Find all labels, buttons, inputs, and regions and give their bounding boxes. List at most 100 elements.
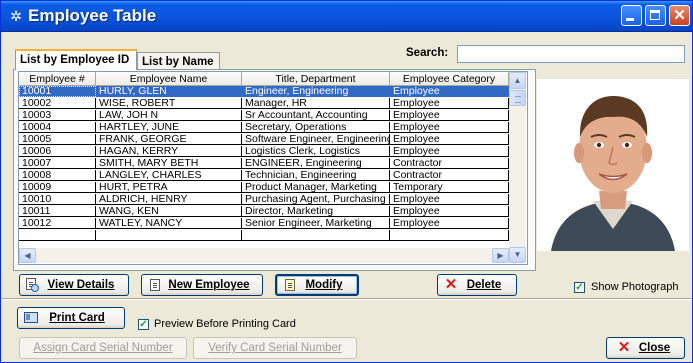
column-header-employee-category[interactable]: Employee Category [390,72,509,86]
cell-employee-category: Employee [390,206,509,217]
table-row[interactable]: 10006 HAGAN, KERRY Logistics Clerk, Logist… [19,146,509,157]
view-details-button[interactable]: View Details [19,274,129,296]
column-header-employee-number[interactable]: Employee # [19,72,96,86]
scroll-left-button[interactable]: ◀ [19,248,36,263]
verify-card-serial-number-button[interactable]: Verify Card Serial Number [193,337,357,359]
modify-button[interactable]: Modify [275,274,359,296]
cell-employee-name: ALDRICH, HENRY [96,194,242,205]
cell-employee-name: WATLEY, NANCY [96,218,242,229]
table-row[interactable]: 10003 LAW, JOH N Sr Accountant, Accounting… [19,110,509,121]
table-row[interactable]: 10008 LANGLEY, CHARLES Technician, Enginee… [19,170,509,181]
cell-employee-number: 10002 [19,98,96,109]
assign-card-serial-number-button[interactable]: Assign Card Serial Number [19,337,187,359]
table-row[interactable] [19,230,509,241]
table-row[interactable]: 10012 WATLEY, NANCY Senior Engineer, Marke… [19,218,509,229]
cell-employee-number: 10010 [19,194,96,205]
cell-employee-name: LANGLEY, CHARLES [96,170,242,181]
cell-employee-number: 10008 [19,170,96,181]
vertical-scroll-thumb[interactable] [509,90,526,106]
vertical-scrollbar[interactable]: ▲ [509,72,526,248]
cell-title-department: Manager, HR [242,98,390,109]
minimize-icon [626,18,634,21]
table-row[interactable]: 10010 ALDRICH, HENRY Purchasing Agent, Pur… [19,194,509,205]
preview-before-printing-label: Preview Before Printing Card [154,318,296,330]
table-row[interactable]: 10007 SMITH, MARY BETH ENGINEER, Engineeri… [19,158,509,169]
table-row[interactable]: 10011 WANG, KEN Director, Marketing Employe… [19,206,509,217]
edit-document-icon [283,278,297,292]
cell-employee-category: Temporary [390,182,509,193]
table-row[interactable]: 10005 FRANK, GEORGE Software Engineer, Eng… [19,134,509,145]
cell-employee-name: HAGAN, KERRY [96,146,242,157]
new-employee-label: New Employee [168,279,250,291]
new-employee-button[interactable]: New Employee [141,274,263,296]
employee-table-window: ✲ Employee Table ✕ Search: List by Name … [0,0,693,363]
search-input[interactable] [457,45,685,63]
cell-employee-number: 10011 [19,206,96,217]
cell-employee-category [390,230,509,241]
show-photograph-checkbox[interactable]: ✓ [574,282,585,293]
column-header-title-department[interactable]: Title, Department [242,72,390,86]
grip-icon [515,96,521,103]
scroll-right-button[interactable]: ▶ [492,248,509,263]
minimize-button[interactable] [621,5,642,26]
cell-employee-name [96,230,242,241]
cell-employee-name: HURLY, GLEN [96,86,242,97]
cell-employee-category: Employee [390,194,509,205]
cell-employee-number: 10012 [19,218,96,229]
employee-photo [537,79,689,251]
cell-title-department: Logistics Clerk, Logistics [242,146,390,157]
title-bar[interactable]: ✲ Employee Table ✕ [1,1,692,32]
cell-employee-name: LAW, JOH N [96,110,242,121]
cell-title-department: Senior Engineer, Marketing [242,218,390,229]
red-x-icon: ✕ [617,339,631,356]
table-row[interactable]: 10004 HARTLEY, JUNE Secretary, Operations E… [19,122,509,133]
close-button[interactable]: ✕ Close [606,337,685,359]
column-header-employee-name[interactable]: Employee Name [96,72,242,86]
cell-employee-name: WISE, ROBERT [96,98,242,109]
cell-employee-category: Contractor [390,158,509,169]
id-card-icon [24,312,38,326]
cell-employee-name: HARTLEY, JUNE [96,122,242,133]
cell-employee-name: SMITH, MARY BETH [96,158,242,169]
cell-title-department: ENGINEER, Engineering [242,158,390,169]
app-icon: ✲ [10,8,22,24]
cell-employee-number: 10009 [19,182,96,193]
cell-employee-category: Contractor [390,170,509,181]
magnifier-document-icon [26,278,40,292]
window-title: Employee Table [28,6,157,25]
cell-employee-number: 10001 [19,86,96,97]
preview-before-printing-checkbox[interactable]: ✓ [138,319,149,330]
cell-employee-category: Employee [390,122,509,133]
cell-employee-category: Employee [390,86,509,97]
cell-title-department: Product Manager, Marketing [242,182,390,193]
cell-employee-number [19,230,96,241]
tab-label: List by Employee ID [20,54,130,66]
table-row[interactable]: 10009 HURT, PETRA Product Manager, Marketi… [19,182,509,193]
cell-title-department: Technician, Engineering [242,170,390,181]
tab-list-by-employee-id[interactable]: List by Employee ID [15,49,137,70]
cell-title-department: Secretary, Operations [242,122,390,133]
table-row[interactable]: 10001 HURLY, GLEN Engineer, Engineering Emp… [19,86,509,97]
scroll-down-button[interactable]: ▼ [509,247,526,263]
assign-card-serial-number-label: Assign Card Serial Number [33,342,173,354]
employee-grid[interactable]: Employee # Employee Name Title, Departme… [18,71,528,265]
close-icon: ✕ [673,7,686,24]
delete-label: Delete [466,279,502,291]
scroll-up-button[interactable]: ▲ [509,72,526,89]
cell-title-department: Sr Accountant, Accounting [242,110,390,121]
cell-title-department: Purchasing Agent, Purchasing [242,194,390,205]
cell-employee-number: 10003 [19,110,96,121]
new-document-icon [148,278,162,292]
delete-button[interactable]: ✕ Delete [437,274,517,296]
cell-employee-category: Employee [390,134,509,145]
table-row[interactable]: 10002 WISE, ROBERT Manager, HR Employee [19,98,509,109]
cell-employee-number: 10004 [19,122,96,133]
tab-label: List by Name [142,56,214,68]
verify-card-serial-number-label: Verify Card Serial Number [208,342,342,354]
maximize-button[interactable] [645,5,666,26]
print-card-button[interactable]: Print Card [17,307,125,329]
search-label: Search: [406,47,449,59]
print-card-label: Print Card [49,312,105,324]
horizontal-scrollbar[interactable]: ◀ ▶ [19,248,509,263]
window-close-button[interactable]: ✕ [669,5,690,26]
